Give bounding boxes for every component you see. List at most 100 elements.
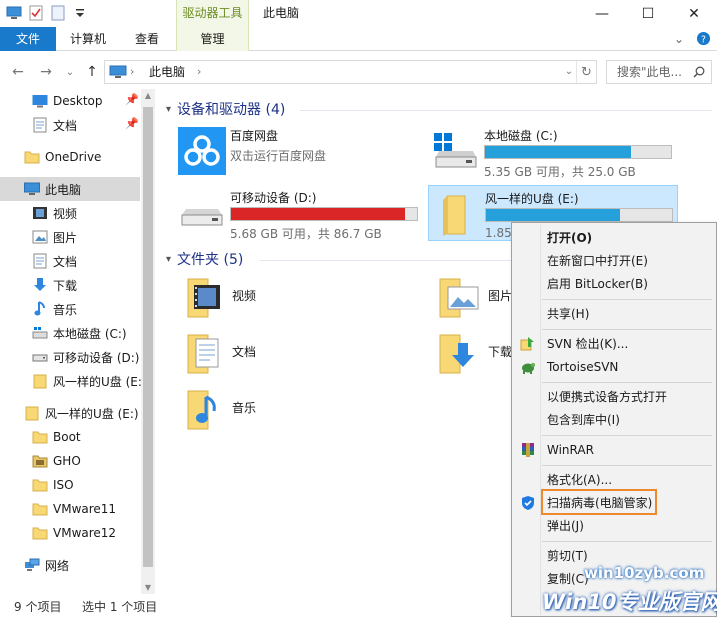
menu-separator <box>542 435 712 436</box>
nav-item-label: 视频 <box>53 206 78 221</box>
nav-item-onedrive[interactable]: OneDrive <box>0 145 140 169</box>
help-icon[interactable]: ? <box>696 31 711 46</box>
tab-file[interactable]: 文件 <box>0 27 56 51</box>
menu-item-tortoisesvn[interactable]: TortoiseSVN <box>512 356 716 378</box>
folder-icon <box>32 477 48 493</box>
nav-item-vmware11[interactable]: VMware11 <box>0 497 140 521</box>
nav-item-this-pc[interactable]: 此电脑 <box>0 177 140 201</box>
menu-item-svn-checkout[interactable]: SVN 检出(K)... <box>512 333 716 355</box>
devices-group-header[interactable]: ▾ 设备和驱动器 (4) <box>166 99 285 119</box>
context-menu: 打开(O) 在新窗口中打开(E) 启用 BitLocker(B) 共享(H) S… <box>511 222 717 617</box>
menu-item-open-new-window[interactable]: 在新窗口中打开(E) <box>512 250 716 272</box>
menu-item-eject[interactable]: 弹出(J) <box>512 515 716 537</box>
desktop-icon <box>32 93 48 109</box>
menu-item-format[interactable]: 格式化(A)... <box>512 469 716 491</box>
local-disk-icon <box>32 325 48 341</box>
menu-item-share[interactable]: 共享(H) <box>512 303 716 325</box>
device-name: 百度网盘 <box>230 129 279 143</box>
nav-item-documents[interactable]: 文档 <box>0 249 140 273</box>
up-button[interactable]: ↑ <box>82 62 102 82</box>
nav-item-usb-e[interactable]: 风一样的U盘 (E: <box>0 369 142 393</box>
nav-item-label: 风一样的U盘 (E: <box>53 374 142 389</box>
address-bar[interactable]: › 此电脑 › ⌄ ↻ <box>104 60 597 84</box>
tortoisesvn-icon <box>522 363 535 374</box>
menu-separator <box>542 329 712 330</box>
properties-icon[interactable] <box>28 5 44 21</box>
nav-item-desktop[interactable]: Desktop 📌 <box>0 89 140 113</box>
downloads-folder-icon <box>439 334 474 374</box>
address-dropdown-icon[interactable]: ⌄ <box>561 61 577 83</box>
nav-item-documents-pinned[interactable]: 文档 📌 <box>0 113 140 137</box>
search-box[interactable]: 搜索"此电... <box>606 60 712 84</box>
nav-item-removable-d[interactable]: 可移动设备 (D:) <box>0 345 140 369</box>
tab-view[interactable]: 查看 <box>122 27 172 51</box>
storage-info: 1.85 <box>485 226 512 240</box>
device-removable-d[interactable]: 可移动设备 (D:) 5.68 GB 可用，共 86.7 GB <box>174 185 424 241</box>
breadcrumb-this-pc[interactable]: 此电脑 <box>149 61 185 83</box>
scrollbar-thumb[interactable] <box>143 107 153 567</box>
recent-locations-button[interactable]: ⌄ <box>60 62 80 82</box>
nav-item-label: VMware11 <box>53 502 117 516</box>
this-pc-icon <box>109 65 127 78</box>
nav-item-downloads[interactable]: 下载 <box>0 273 140 297</box>
folder-documents[interactable]: 文档 <box>178 329 378 379</box>
nav-scrollbar[interactable]: ▲ ▼ <box>141 89 155 594</box>
search-icon[interactable] <box>693 66 705 78</box>
menu-separator <box>542 382 712 383</box>
pictures-icon <box>32 229 48 245</box>
folder-videos[interactable]: 视频 <box>178 273 378 323</box>
breadcrumb-separator[interactable]: › <box>197 61 201 83</box>
collapse-chevron-icon[interactable]: ▾ <box>166 254 171 265</box>
nav-item-videos[interactable]: 视频 <box>0 201 140 225</box>
storage-info: 5.68 GB 可用，共 86.7 GB <box>230 227 382 241</box>
menu-item-include-library[interactable]: 包含到库中(I) <box>512 409 716 431</box>
storage-usage-fill <box>485 146 632 158</box>
close-button[interactable]: ✕ <box>671 0 717 27</box>
nav-item-music[interactable]: 音乐 <box>0 297 140 321</box>
nav-item-local-disk-c[interactable]: 本地磁盘 (C:) <box>0 321 140 345</box>
watermark-brand: Win10专业版官网 <box>542 590 717 614</box>
expand-ribbon-icon[interactable]: ⌄ <box>674 32 684 46</box>
usb-folder-icon <box>433 190 481 238</box>
nav-item-vmware12[interactable]: VMware12 <box>0 521 140 545</box>
scroll-down-arrow-icon[interactable]: ▼ <box>141 583 155 592</box>
menu-item-winrar[interactable]: WinRAR <box>512 439 716 461</box>
nav-item-boot[interactable]: Boot <box>0 425 140 449</box>
maximize-button[interactable]: ☐ <box>625 0 671 27</box>
tab-computer[interactable]: 计算机 <box>60 27 116 51</box>
removable-drive-icon <box>32 349 48 365</box>
menu-item-open[interactable]: 打开(O) <box>512 227 716 249</box>
customize-qat-icon[interactable] <box>72 5 88 21</box>
nav-item-label: 风一样的U盘 (E:) <box>45 406 139 421</box>
folder-music[interactable]: 音乐 <box>178 385 378 435</box>
breadcrumb-separator[interactable]: › <box>130 61 134 83</box>
computer-icon[interactable] <box>6 5 22 21</box>
nav-item-network[interactable]: 网络 <box>0 553 140 577</box>
forward-button[interactable]: → <box>36 62 56 82</box>
nav-item-gho[interactable]: GHO <box>0 449 140 473</box>
address-row: ← → ⌄ ↑ › 此电脑 › ⌄ ↻ 搜索"此电... <box>0 59 717 85</box>
device-name: 可移动设备 (D:) <box>230 191 317 205</box>
tab-manage[interactable]: 管理 <box>176 27 249 51</box>
pin-icon[interactable]: 📌 <box>125 117 139 130</box>
refresh-button[interactable]: ↻ <box>576 61 596 83</box>
folder-icon <box>32 429 48 445</box>
item-count: 9 个项目 <box>14 600 62 614</box>
nav-item-iso[interactable]: ISO <box>0 473 140 497</box>
device-baidu-netdisk[interactable]: 百度网盘 双击运行百度网盘 <box>174 123 414 179</box>
nav-item-pictures[interactable]: 图片 <box>0 225 140 249</box>
watermark-url: win10zyb.com <box>584 564 705 582</box>
storage-usage-fill <box>486 209 620 221</box>
device-local-disk-c[interactable]: 本地磁盘 (C:) 5.35 GB 可用，共 25.0 GB <box>428 123 678 179</box>
collapse-chevron-icon[interactable]: ▾ <box>166 104 171 115</box>
minimize-button[interactable]: — <box>579 0 625 27</box>
music-icon <box>32 301 48 317</box>
back-button[interactable]: ← <box>8 62 28 82</box>
folders-group-header[interactable]: ▾ 文件夹 (5) <box>166 249 243 269</box>
new-folder-icon[interactable] <box>50 5 66 21</box>
menu-item-open-portable[interactable]: 以便携式设备方式打开 <box>512 386 716 408</box>
pin-icon[interactable]: 📌 <box>125 93 139 106</box>
menu-item-bitlocker[interactable]: 启用 BitLocker(B) <box>512 273 716 295</box>
scroll-up-arrow-icon[interactable]: ▲ <box>141 91 155 100</box>
nav-item-usb-e-root[interactable]: 风一样的U盘 (E:) <box>0 401 140 425</box>
